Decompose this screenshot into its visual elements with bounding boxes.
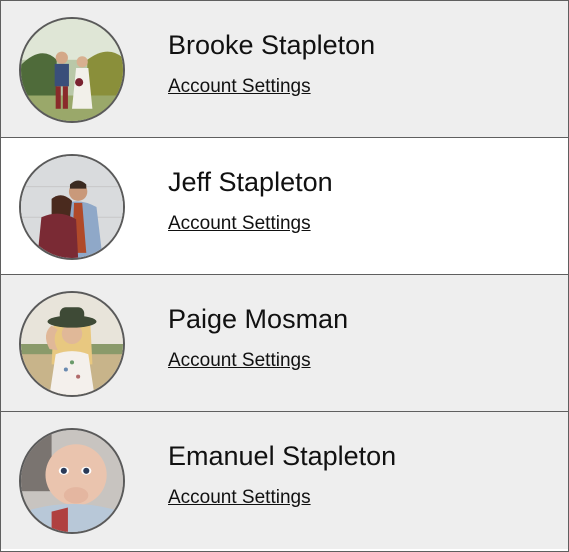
- account-row-emanuel[interactable]: Emanuel Stapleton Account Settings: [1, 412, 568, 549]
- avatar[interactable]: [19, 291, 125, 397]
- account-list: Brooke Stapleton Account Settings Jeff S…: [0, 0, 569, 552]
- account-settings-link[interactable]: Account Settings: [168, 485, 311, 511]
- account-name: Brooke Stapleton: [168, 30, 376, 60]
- avatar[interactable]: [19, 154, 125, 260]
- account-name: Emanuel Stapleton: [168, 441, 397, 471]
- account-name: Jeff Stapleton: [168, 167, 333, 197]
- avatar[interactable]: [19, 428, 125, 534]
- account-name: Paige Mosman: [168, 304, 349, 334]
- couple-embrace-photo-icon: [21, 156, 123, 258]
- avatar[interactable]: [19, 17, 125, 123]
- account-row-brooke[interactable]: Brooke Stapleton Account Settings: [1, 1, 568, 138]
- baby-photo-icon: [21, 430, 123, 532]
- account-row-jeff[interactable]: Jeff Stapleton Account Settings: [1, 138, 568, 275]
- account-settings-link[interactable]: Account Settings: [168, 348, 311, 374]
- account-settings-link[interactable]: Account Settings: [168, 211, 311, 237]
- couple-outdoor-photo-icon: [21, 19, 123, 121]
- woman-hat-photo-icon: [21, 293, 123, 395]
- account-row-paige[interactable]: Paige Mosman Account Settings: [1, 275, 568, 412]
- account-settings-link[interactable]: Account Settings: [168, 74, 311, 100]
